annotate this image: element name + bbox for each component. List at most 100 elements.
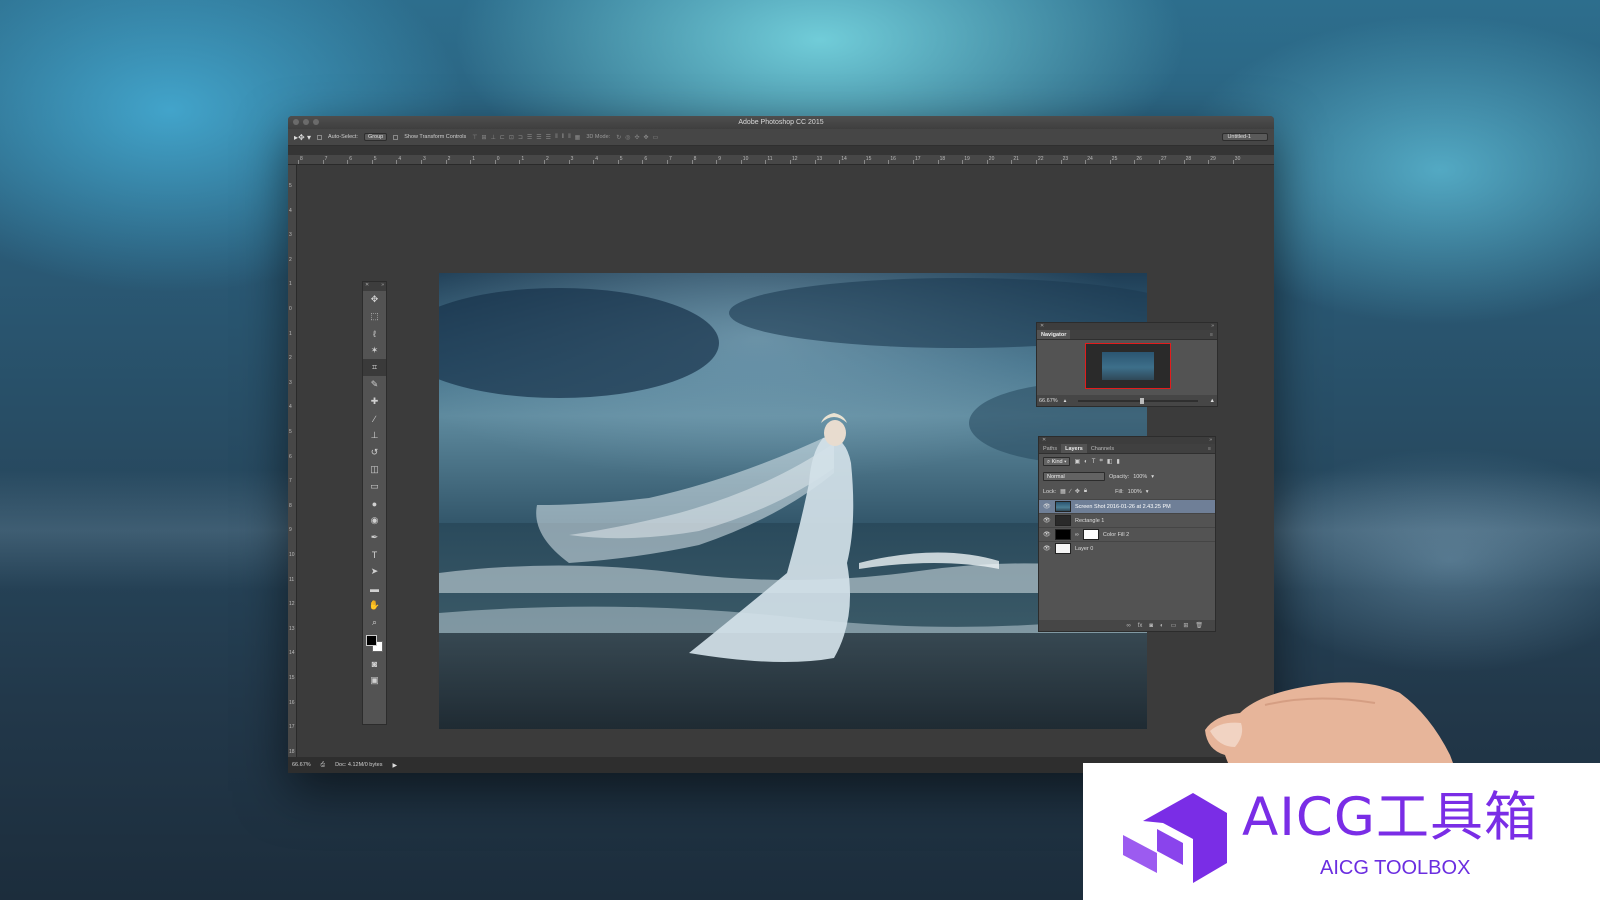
navigator-preview[interactable]: [1085, 343, 1171, 389]
color-swatches[interactable]: [363, 631, 386, 655]
distribute-middle-icon[interactable]: ☰: [536, 134, 541, 141]
new-layer-icon[interactable]: ⊞: [1183, 622, 1188, 629]
move-tool-icon[interactable]: ✥: [363, 291, 386, 308]
lock-all-icon[interactable]: 🔒︎: [1084, 488, 1087, 495]
gradient-icon[interactable]: ▭: [363, 478, 386, 495]
distribute-right-icon[interactable]: ⫴: [568, 134, 571, 141]
panel-close-icon[interactable]: ✕: [1040, 323, 1044, 330]
align-bottom-icon[interactable]: ⊥: [491, 134, 496, 141]
add-mask-icon[interactable]: ◙: [1149, 623, 1153, 629]
foreground-color[interactable]: [366, 635, 377, 646]
clone-stamp-icon[interactable]: ⊥: [363, 427, 386, 444]
align-right-icon[interactable]: ⊐: [518, 134, 523, 141]
window-controls[interactable]: [293, 119, 319, 125]
navigator-view-box[interactable]: [1085, 343, 1171, 389]
lock-position-icon[interactable]: ✥: [1075, 488, 1080, 495]
3d-drag-icon[interactable]: ✣: [634, 134, 639, 141]
blur-icon[interactable]: ●: [363, 495, 386, 512]
dodge-icon[interactable]: ◉: [363, 512, 386, 529]
filter-kind-dropdown[interactable]: ⌕ Kind ▾: [1043, 457, 1071, 466]
layer-style-icon[interactable]: fx: [1138, 623, 1143, 629]
3d-roll-icon[interactable]: ◎: [625, 134, 630, 141]
tab-paths[interactable]: Paths: [1039, 444, 1061, 453]
align-middle-icon[interactable]: ⊞: [482, 134, 487, 141]
tab-layers[interactable]: Layers: [1061, 444, 1087, 453]
align-icons[interactable]: ⊤ ⊞ ⊥ ⊏ ⊡ ⊐ ☰ ☰ ☰ ⫴ ⫴ ⫴ ▦: [472, 134, 580, 141]
canvas-area[interactable]: ✕» ✥ ⬚ ℓ ✶ ⌗ ✎ ✚ ∕ ⊥ ↺ ◫ ▭ ● ◉ ✒ T ➤ ▬ ✋…: [297, 165, 1274, 757]
zoom-icon[interactable]: ⌕: [363, 614, 386, 631]
eye-icon[interactable]: 👁︎: [1043, 545, 1051, 552]
zoom-button[interactable]: [313, 119, 319, 125]
pen-icon[interactable]: ✒: [363, 529, 386, 546]
status-zoom[interactable]: 66.67%: [292, 762, 311, 768]
distribute-bottom-icon[interactable]: ☰: [546, 134, 551, 141]
history-brush-icon[interactable]: ↺: [363, 444, 386, 461]
distribute-top-icon[interactable]: ☰: [527, 134, 532, 141]
tools-panel-header[interactable]: ✕»: [363, 282, 386, 291]
workspace-dropdown[interactable]: Untitled-1: [1222, 133, 1268, 141]
zoom-slider[interactable]: [1078, 397, 1198, 404]
filter-smart-object-icon[interactable]: ◧: [1107, 458, 1113, 465]
panel-collapse-icon[interactable]: »: [381, 282, 384, 291]
mask-link-icon[interactable]: ∞: [1075, 532, 1079, 538]
navigator-zoom-value[interactable]: 66.67%: [1039, 398, 1058, 404]
panel-menu-icon[interactable]: ≡: [1206, 330, 1217, 339]
opacity-dropdown-icon[interactable]: ▾: [1151, 474, 1154, 480]
eyedropper-icon[interactable]: ✎: [363, 376, 386, 393]
quick-mask-icon[interactable]: ◙: [363, 655, 386, 672]
3d-scale-icon[interactable]: ▭: [653, 134, 659, 141]
panel-collapse-icon[interactable]: »: [1211, 323, 1214, 330]
screen-mode-icon[interactable]: ▣: [363, 672, 386, 689]
3d-rotate-icon[interactable]: ↻: [616, 134, 621, 141]
fill-value[interactable]: 100%: [1128, 489, 1142, 495]
auto-select-checkbox[interactable]: [316, 134, 322, 140]
eye-icon[interactable]: 👁︎: [1043, 531, 1051, 538]
adjustment-layer-icon[interactable]: ◐: [1160, 623, 1164, 629]
lock-transparent-icon[interactable]: ▦: [1060, 488, 1066, 495]
panel-close-icon[interactable]: ✕: [365, 282, 369, 291]
tab-channels[interactable]: Channels: [1087, 444, 1118, 453]
healing-brush-icon[interactable]: ✚: [363, 393, 386, 410]
filter-toggle-icon[interactable]: ▮: [1117, 458, 1120, 465]
new-group-icon[interactable]: ▭: [1171, 622, 1177, 629]
lock-paint-icon[interactable]: ∕: [1070, 489, 1071, 495]
layer-row[interactable]: 👁︎ Layer 0: [1039, 541, 1215, 555]
link-layers-icon[interactable]: ∞: [1126, 623, 1130, 629]
opacity-value[interactable]: 100%: [1133, 474, 1147, 480]
status-export-icon[interactable]: ⎙: [321, 762, 325, 769]
magic-wand-icon[interactable]: ✶: [363, 342, 386, 359]
panel-collapse-icon[interactable]: »: [1209, 437, 1212, 444]
layer-row[interactable]: 👁︎ Rectangle 1: [1039, 513, 1215, 527]
filter-pixel-icon[interactable]: ▣: [1074, 458, 1080, 465]
filter-adjustment-icon[interactable]: ◐: [1084, 459, 1088, 465]
brush-icon[interactable]: ∕: [363, 410, 386, 427]
hand-icon[interactable]: ✋: [363, 597, 386, 614]
panel-menu-icon[interactable]: ≡: [1204, 444, 1215, 453]
align-top-icon[interactable]: ⊤: [472, 134, 477, 141]
blend-mode-dropdown[interactable]: Normal: [1043, 472, 1105, 481]
distribute-left-icon[interactable]: ⫴: [555, 134, 558, 141]
type-icon[interactable]: T: [363, 546, 386, 563]
layer-row[interactable]: 👁︎ Screen Shot 2016-01-26 at 2.43.25 PM: [1039, 499, 1215, 513]
navigator-panel-header[interactable]: ✕»: [1037, 323, 1217, 330]
3d-slide-icon[interactable]: ✥: [644, 134, 649, 141]
distribute-center-icon[interactable]: ⫴: [562, 134, 565, 141]
zoom-in-icon[interactable]: ▲: [1210, 398, 1215, 404]
auto-align-icon[interactable]: ▦: [575, 134, 581, 141]
zoom-slider-knob[interactable]: [1140, 397, 1145, 404]
crop-tool-icon[interactable]: ⌗: [363, 359, 386, 376]
tool-preset-picker[interactable]: ▸✥ ▾: [294, 133, 311, 142]
rectangle-icon[interactable]: ▬: [363, 580, 386, 597]
3d-mode-icons[interactable]: ↻ ◎ ✣ ✥ ▭: [616, 134, 658, 141]
minimize-button[interactable]: [303, 119, 309, 125]
layer-row[interactable]: 👁︎ ∞ Color Fill 2: [1039, 527, 1215, 541]
eye-icon[interactable]: 👁︎: [1043, 517, 1051, 524]
marquee-tool-icon[interactable]: ⬚: [363, 308, 386, 325]
align-center-icon[interactable]: ⊡: [509, 134, 514, 141]
panel-close-icon[interactable]: ✕: [1042, 437, 1046, 444]
eraser-icon[interactable]: ◫: [363, 461, 386, 478]
status-menu-arrow-icon[interactable]: ▶: [392, 762, 397, 769]
auto-select-dropdown[interactable]: Group: [363, 133, 388, 141]
filter-type-icon[interactable]: T: [1092, 459, 1096, 465]
fill-dropdown-icon[interactable]: ▾: [1146, 489, 1149, 495]
